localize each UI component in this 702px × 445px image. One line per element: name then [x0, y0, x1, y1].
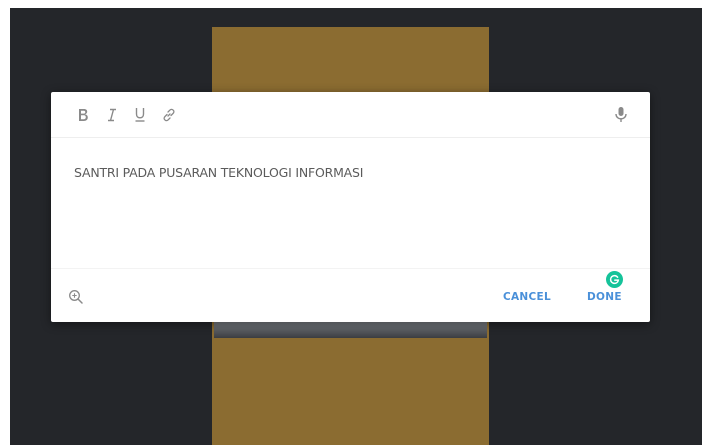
done-button[interactable]: DONE	[587, 291, 622, 303]
microphone-icon	[615, 107, 627, 122]
cancel-button[interactable]: CANCEL	[503, 291, 551, 303]
caption-input[interactable]: SANTRI PADA PUSARAN TEKNOLOGI INFORMASI	[51, 139, 650, 288]
italic-button[interactable]	[102, 104, 122, 126]
link-icon	[163, 108, 175, 122]
caption-text[interactable]: SANTRI PADA PUSARAN TEKNOLOGI INFORMASI	[74, 165, 614, 180]
zoom-in-icon	[69, 290, 83, 304]
italic-icon	[108, 108, 116, 122]
link-button[interactable]	[159, 104, 179, 126]
zoom-button[interactable]	[68, 289, 84, 305]
dictation-button[interactable]	[611, 104, 631, 126]
dialog-footer: CANCEL DONE	[51, 268, 650, 322]
underline-icon	[135, 108, 145, 122]
formatting-toolbar	[51, 92, 650, 138]
bold-icon	[79, 109, 88, 121]
caption-editor-dialog: SANTRI PADA PUSARAN TEKNOLOGI INFORMASI …	[51, 92, 650, 322]
underline-button[interactable]	[130, 104, 150, 126]
bold-button[interactable]	[73, 104, 93, 126]
